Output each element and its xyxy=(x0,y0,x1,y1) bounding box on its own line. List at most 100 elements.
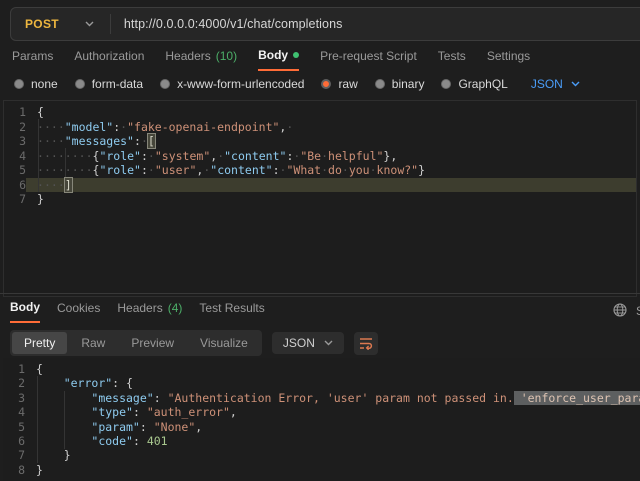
code-line: 6 "code": 401 xyxy=(3,434,640,448)
tab-label: Body xyxy=(258,48,288,62)
radio-label: GraphQL xyxy=(458,77,507,91)
code-text: { xyxy=(25,362,640,376)
line-number: 5 xyxy=(4,163,26,178)
tab-label: Authorization xyxy=(74,49,144,63)
radio-icon xyxy=(441,79,451,89)
code-text: ····] xyxy=(26,178,636,193)
line-number: 6 xyxy=(4,178,26,193)
tab-label: Settings xyxy=(487,49,530,63)
code-line: 7} xyxy=(4,192,636,207)
body-type-none[interactable]: none xyxy=(14,77,58,91)
body-type-binary[interactable]: binary xyxy=(375,77,425,91)
code-line: 3 "message": "Authentication Error, 'use… xyxy=(3,391,640,405)
chevron-down-icon xyxy=(571,81,580,87)
response-tab-cookies[interactable]: Cookies xyxy=(57,300,100,323)
tab-headers[interactable]: Headers (10) xyxy=(165,48,237,71)
body-type-raw[interactable]: raw xyxy=(321,77,357,91)
code-line: 7 } xyxy=(3,448,640,462)
body-type-options: none form-data x-www-form-urlencoded raw bin… xyxy=(14,77,580,91)
tab-settings[interactable]: Settings xyxy=(487,48,530,71)
line-number: 7 xyxy=(3,448,25,462)
tab-label: Pre-request Script xyxy=(320,49,417,63)
response-language-label: JSON xyxy=(283,336,315,350)
code-text: } xyxy=(26,192,636,207)
code-line: 1{ xyxy=(3,362,640,376)
response-tabs: Body Cookies Headers(4) Test Results xyxy=(10,300,265,323)
pane-divider xyxy=(0,293,640,294)
response-tab-test-results[interactable]: Test Results xyxy=(199,300,264,323)
code-line: 8} xyxy=(3,463,640,477)
code-line: 4········{"role":·"system",·"content":·"… xyxy=(4,149,636,164)
green-dot-indicator xyxy=(293,52,299,58)
radio-label: binary xyxy=(392,77,425,91)
line-number: 1 xyxy=(4,105,26,120)
code-line: 3····"messages":·[ xyxy=(4,134,636,149)
response-tab-headers[interactable]: Headers(4) xyxy=(117,300,182,323)
code-line: 5········{"role":·"user",·"content":·"Wh… xyxy=(4,163,636,178)
tab-label: Cookies xyxy=(57,301,100,315)
body-type-x-www-form-urlencoded[interactable]: x-www-form-urlencoded xyxy=(160,77,304,91)
code-line: 2 "error": { xyxy=(3,376,640,390)
line-number: 2 xyxy=(4,120,26,135)
code-text: "message": "Authentication Error, 'user'… xyxy=(25,391,640,405)
code-line: 5 "param": "None", xyxy=(3,420,640,434)
request-language-dropdown[interactable]: JSON xyxy=(531,77,580,91)
wrap-text-button[interactable] xyxy=(354,332,378,355)
request-language-label: JSON xyxy=(531,77,563,91)
response-body-editor[interactable]: 1{2 "error": {3 "message": "Authenticati… xyxy=(3,358,640,481)
method-label: POST xyxy=(25,17,59,31)
code-text: } xyxy=(25,463,640,477)
code-text: ········{"role":·"system",·"content":·"B… xyxy=(26,149,636,164)
code-line: 1{ xyxy=(4,105,636,120)
code-text: "param": "None", xyxy=(25,420,640,434)
code-line: 2····"model":·"fake-openai-endpoint",· xyxy=(4,120,636,135)
chevron-down-icon xyxy=(324,340,333,346)
line-number: 6 xyxy=(3,434,25,448)
code-text: "error": { xyxy=(25,376,640,390)
line-number: 3 xyxy=(4,134,26,149)
tab-params[interactable]: Params xyxy=(12,48,53,71)
code-text: { xyxy=(26,105,636,120)
radio-label: x-www-form-urlencoded xyxy=(177,77,304,91)
view-pretty[interactable]: Pretty xyxy=(12,332,67,354)
radio-label: form-data xyxy=(92,77,143,91)
indent-guide xyxy=(38,119,39,192)
indent-guide xyxy=(65,148,66,177)
line-number: 8 xyxy=(3,463,25,477)
tab-body[interactable]: Body xyxy=(258,48,299,71)
tab-tests[interactable]: Tests xyxy=(438,48,466,71)
body-type-form-data[interactable]: form-data xyxy=(75,77,143,91)
tab-count-badge: (10) xyxy=(216,49,237,63)
request-body-editor[interactable]: 1{2····"model":·"fake-openai-endpoint",·… xyxy=(3,100,637,297)
line-number: 1 xyxy=(3,362,25,376)
body-type-graphql[interactable]: GraphQL xyxy=(441,77,507,91)
chevron-down-icon xyxy=(85,21,94,27)
response-toolbar: PrettyRawPreviewVisualize JSON xyxy=(10,330,378,356)
view-preview[interactable]: Preview xyxy=(119,332,186,354)
wrap-text-icon xyxy=(359,337,373,350)
tab-authorization[interactable]: Authorization xyxy=(74,48,144,71)
code-text: "type": "auth_error", xyxy=(25,405,640,419)
tab-label: Headers xyxy=(165,49,210,63)
tab-label: Params xyxy=(12,49,53,63)
line-number: 5 xyxy=(3,420,25,434)
url-input[interactable]: http://0.0.0.0:4000/v1/chat/completions xyxy=(111,17,343,31)
view-visualize[interactable]: Visualize xyxy=(188,332,260,354)
indent-guide xyxy=(64,391,65,449)
radio-icon xyxy=(375,79,385,89)
line-number: 4 xyxy=(4,149,26,164)
tab-label: Body xyxy=(10,300,40,314)
tab-pre-request-script[interactable]: Pre-request Script xyxy=(320,48,417,71)
radio-icon xyxy=(321,79,331,89)
line-number: 3 xyxy=(3,391,25,405)
globe-icon[interactable] xyxy=(613,303,627,317)
code-text: ········{"role":·"user",·"content":·"Wha… xyxy=(26,163,636,178)
radio-label: none xyxy=(31,77,58,91)
radio-icon xyxy=(160,79,170,89)
response-tab-body[interactable]: Body xyxy=(10,300,40,323)
method-dropdown[interactable]: POST xyxy=(11,17,108,31)
view-raw[interactable]: Raw xyxy=(69,332,117,354)
response-language-dropdown[interactable]: JSON xyxy=(272,332,344,354)
line-number: 2 xyxy=(3,376,25,390)
code-text: ····"messages":·[ xyxy=(26,134,636,149)
